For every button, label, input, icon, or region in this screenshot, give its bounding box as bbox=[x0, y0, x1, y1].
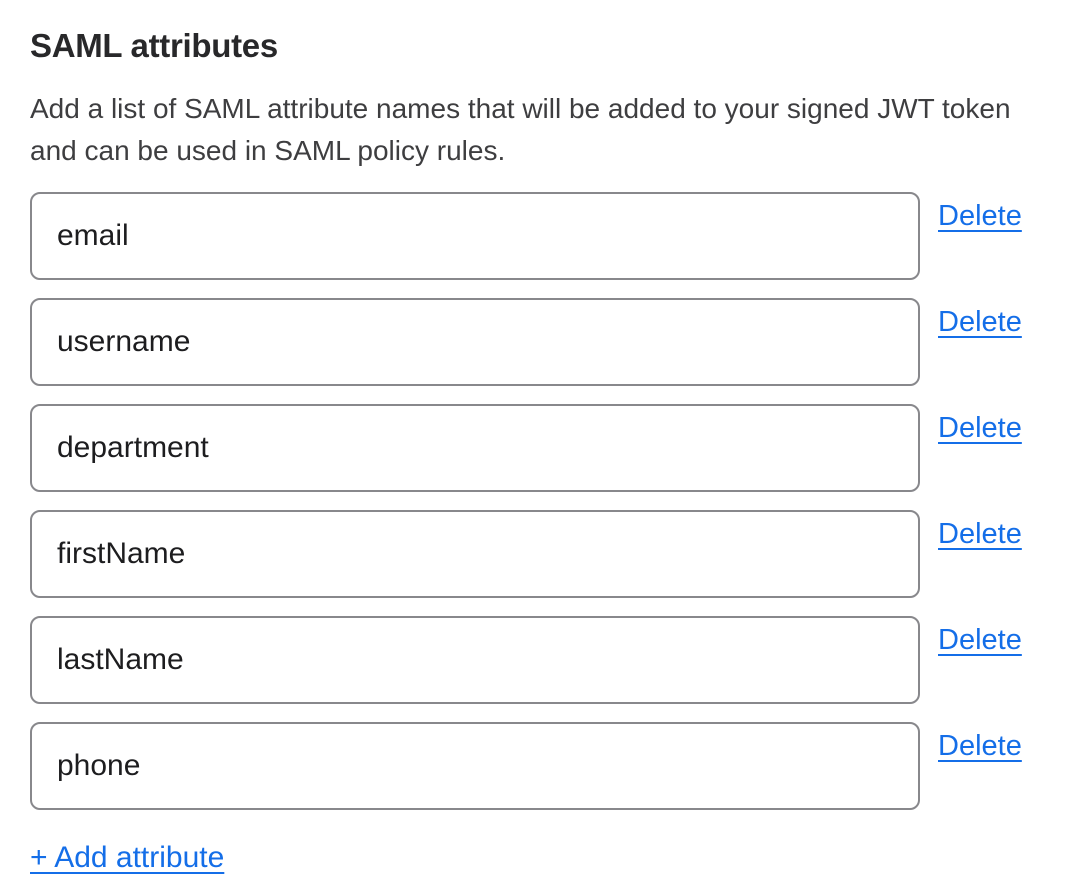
delete-attribute-link[interactable]: Delete bbox=[938, 411, 1022, 445]
delete-attribute-link[interactable]: Delete bbox=[938, 729, 1022, 763]
attribute-row: Delete bbox=[30, 404, 1024, 492]
page-title: SAML attributes bbox=[30, 24, 1024, 68]
section-description: Add a list of SAML attribute names that … bbox=[30, 88, 1024, 172]
section-description-line-2: and can be used in SAML policy rules. bbox=[30, 130, 1024, 172]
delete-attribute-link[interactable]: Delete bbox=[938, 305, 1022, 339]
attribute-name-input[interactable] bbox=[30, 192, 920, 280]
delete-attribute-link[interactable]: Delete bbox=[938, 517, 1022, 551]
section-description-line-1: Add a list of SAML attribute names that … bbox=[30, 88, 1024, 130]
attribute-name-input[interactable] bbox=[30, 404, 920, 492]
attribute-row: Delete bbox=[30, 616, 1024, 704]
attribute-name-input[interactable] bbox=[30, 722, 920, 810]
attribute-row: Delete bbox=[30, 510, 1024, 598]
add-attribute-link[interactable]: + Add attribute bbox=[30, 840, 224, 876]
attribute-row: Delete bbox=[30, 298, 1024, 386]
attribute-name-input[interactable] bbox=[30, 510, 920, 598]
saml-attributes-section: SAML attributes Add a list of SAML attri… bbox=[0, 0, 1066, 886]
attribute-name-input[interactable] bbox=[30, 616, 920, 704]
delete-attribute-link[interactable]: Delete bbox=[938, 199, 1022, 233]
delete-attribute-link[interactable]: Delete bbox=[938, 623, 1022, 657]
attribute-name-input[interactable] bbox=[30, 298, 920, 386]
attribute-row: Delete bbox=[30, 192, 1024, 280]
attribute-row: Delete bbox=[30, 722, 1024, 810]
